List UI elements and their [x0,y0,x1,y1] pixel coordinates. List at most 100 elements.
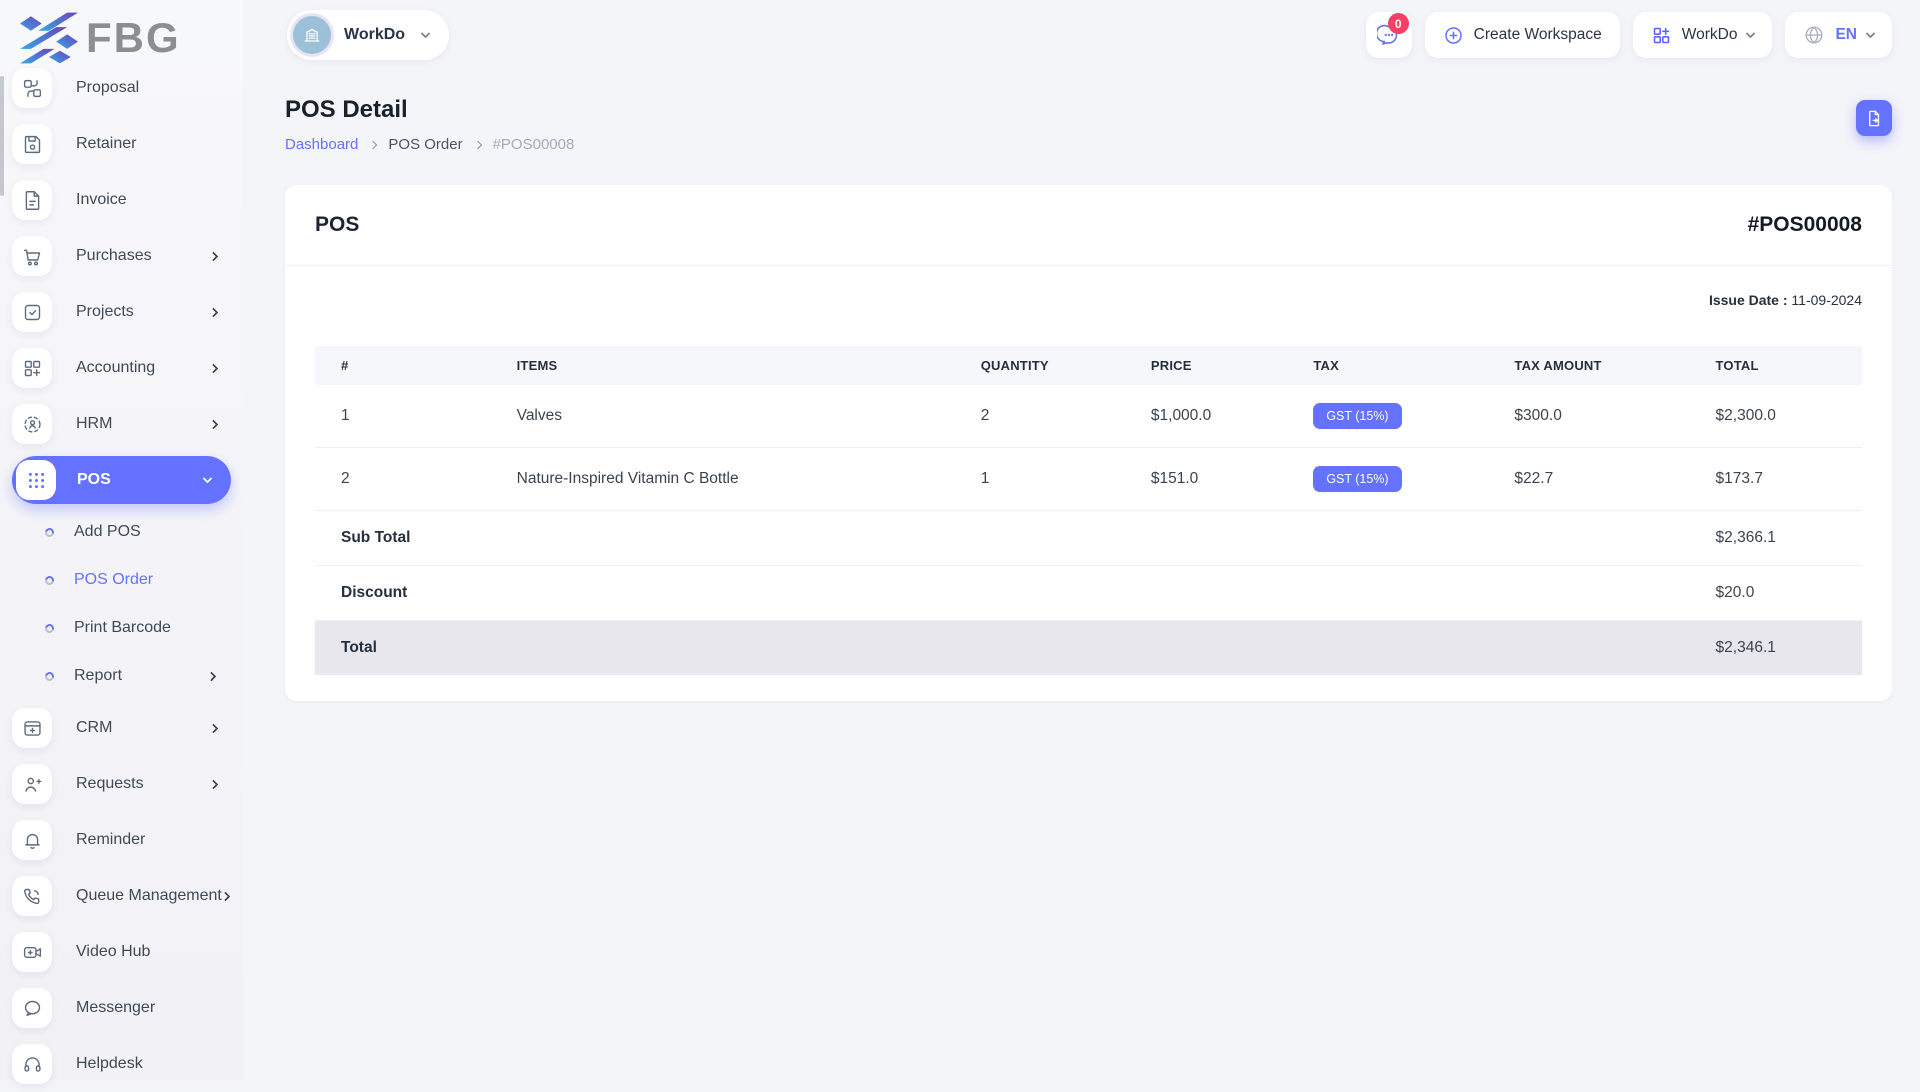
app-menu-label: WorkDo [1681,26,1738,43]
user-focus-icon [12,404,52,444]
col-header-total: TOTAL [1699,346,1862,385]
sidebar-subitem-pos-order[interactable]: POS Order [12,556,231,604]
col-header-price: PRICE [1134,346,1298,385]
sidebar-item-crm[interactable]: CRM [12,700,231,756]
table-row: 2 Nature-Inspired Vitamin C Bottle 1 $15… [315,447,1862,511]
headphones-icon [12,1044,52,1084]
sidebar-item-projects[interactable]: Projects [12,284,231,340]
cell-price: $151.0 [1134,447,1298,511]
invoice-icon [12,180,52,220]
bullet-icon [43,621,56,635]
sidebar-item-pos[interactable]: POS [12,456,231,504]
card-title: POS [315,213,360,236]
main-content: POS Detail Dashboard POS Order #POS00008… [243,70,1920,1080]
sidebar-item-purchases[interactable]: Purchases [12,228,231,284]
plus-circle-icon [1444,26,1462,44]
sidebar-item-queue-management[interactable]: Queue Management [12,868,231,924]
language-code: EN [1835,26,1857,43]
sidebar-item-requests[interactable]: Requests [12,756,231,812]
bell-icon [12,820,52,860]
cell-total: $2,300.0 [1699,385,1862,448]
sidebar-item-label: Report [74,667,123,684]
sidebar-item-label: Video Hub [76,943,151,960]
export-button[interactable] [1856,100,1892,136]
discount-row: Discount $20.0 [315,565,1862,621]
sidebar-item-retainer[interactable]: Retainer [12,116,231,172]
chevron-down-icon [420,28,431,39]
col-header-tax-amount: TAX AMOUNT [1498,346,1700,385]
user-plus-icon [12,764,52,804]
discount-label: Discount [315,565,1700,621]
workspace-selector[interactable]: WorkDo [287,10,450,60]
items-table-wrapper: # ITEMS QUANTITY PRICE TAX TAX AMOUNT TO… [285,308,1892,675]
sidebar-item-accounting[interactable]: Accounting [12,340,231,396]
cell-price: $1,000.0 [1134,385,1298,448]
sidebar-scrollbar[interactable] [0,76,4,196]
sidebar-item-label: POS Order [74,571,154,588]
sidebar-item-hrm[interactable]: HRM [12,396,231,452]
sidebar-item-video-hub[interactable]: Video Hub [12,924,231,980]
table-row: 1 Valves 2 $1,000.0 GST (15%) $300.0 $2,… [315,385,1862,448]
document-export-icon [1868,110,1879,126]
subtotal-value: $2,366.1 [1699,510,1862,566]
globe-icon [1805,26,1823,44]
sidebar-item-label: Helpdesk [76,1055,143,1072]
messages-button[interactable]: 0 [1365,12,1412,58]
sidebar-item-label: Accounting [76,359,156,376]
chevron-right-icon [208,251,219,261]
sidebar-item-label: Projects [76,303,134,320]
sidebar-item-label: POS [77,471,111,488]
create-workspace-label: Create Workspace [1473,26,1602,43]
brand-logo[interactable]: FBG [0,0,243,76]
discount-value: $20.0 [1699,565,1862,621]
brand-name: FBG [86,14,181,61]
col-header-quantity: QUANTITY [964,346,1135,385]
sidebar-subitem-add-pos[interactable]: Add POS [12,508,231,556]
card-header: POS #POS00008 [285,185,1892,266]
create-workspace-button[interactable]: Create Workspace [1424,12,1620,58]
cell-item: Valves [500,385,965,448]
col-header-items: ITEMS [500,346,965,385]
chevron-right-icon [208,419,219,429]
sidebar-item-label: Invoice [76,191,127,208]
issue-date-value: 11-09-2024 [1791,292,1862,308]
sidebar: FBG Proposal Retainer Invoice Purchases … [0,0,243,1084]
breadcrumb-pos-order[interactable]: POS Order [388,136,462,153]
sidebar-item-label: Print Barcode [74,619,171,636]
page-header: POS Detail Dashboard POS Order #POS00008 [285,96,1892,153]
chat-bubble-icon [12,988,52,1028]
breadcrumb-dashboard[interactable]: Dashboard [285,136,358,153]
sidebar-item-messenger[interactable]: Messenger [12,980,231,1036]
page-title: POS Detail [285,96,408,123]
cell-no: 2 [315,447,501,511]
sidebar-item-reminder[interactable]: Reminder [12,812,231,868]
sidebar-subitem-print-barcode[interactable]: Print Barcode [12,604,231,652]
cell-item: Nature-Inspired Vitamin C Bottle [500,447,965,511]
cell-tax-amount: $300.0 [1498,385,1700,448]
sidebar-item-invoice[interactable]: Invoice [12,172,231,228]
apps-icon [1653,27,1670,43]
pos-number: #POS00008 [1747,213,1862,236]
chevron-down-icon [1746,28,1756,39]
chevron-right-icon [208,723,219,733]
subtotal-label: Sub Total [315,510,1700,566]
sidebar-item-label: CRM [76,719,113,736]
sidebar-subitem-report[interactable]: Report [12,652,231,700]
chevron-right-icon [473,140,482,149]
cell-no: 1 [315,385,501,448]
subtotal-row: Sub Total $2,366.1 [315,510,1862,566]
cell-quantity: 1 [964,447,1135,511]
cell-quantity: 2 [964,385,1135,448]
cell-tax-amount: $22.7 [1498,447,1700,511]
sidebar-item-label: Proposal [76,79,140,96]
grid-dots-icon [16,460,56,500]
table-header-row: # ITEMS QUANTITY PRICE TAX TAX AMOUNT TO… [315,346,1862,385]
topbar-actions: 0 Create Workspace WorkDo EN [1365,12,1892,58]
chevron-right-icon [369,140,378,149]
workspace-avatar [293,16,331,54]
app-menu-button[interactable]: WorkDo [1632,12,1773,58]
breadcrumb-current: #POS00008 [492,136,575,153]
language-selector[interactable]: EN [1785,12,1892,58]
bullet-icon [43,525,56,539]
sidebar-item-helpdesk[interactable]: Helpdesk [12,1036,231,1092]
